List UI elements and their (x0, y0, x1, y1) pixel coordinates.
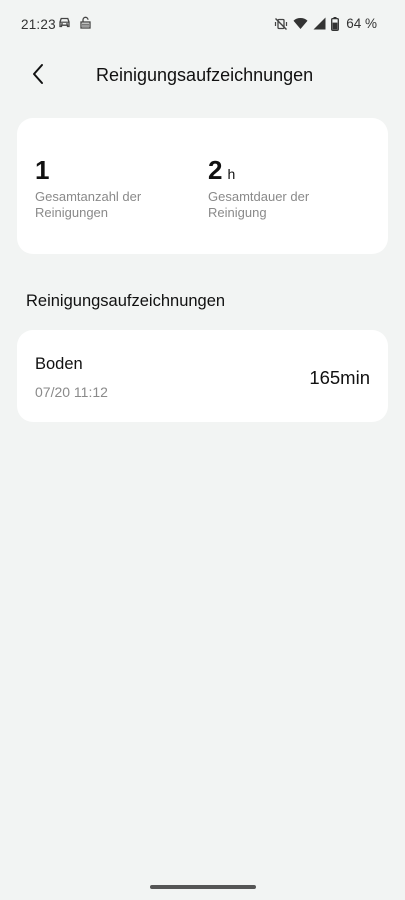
total-duration-label: Gesamtdauer der Reinigung (208, 189, 310, 220)
page-title: Reinigungsaufzeichnungen (96, 65, 314, 85)
total-count-value: 1 (35, 155, 50, 185)
status-right-icons: 64 % (274, 16, 377, 31)
battery-percent: 64 % (346, 16, 377, 31)
total-duration-value-row: 2 h (208, 155, 338, 185)
total-count-label: Gesamtanzahl der Reinigungen (35, 189, 142, 220)
total-duration-value: 2 (208, 155, 223, 185)
record-name: Boden (35, 355, 83, 373)
total-count-value-row: 1 (35, 155, 165, 185)
status-time: 21:23 (21, 17, 56, 32)
battery-icon (331, 16, 340, 31)
lock-open-icon (79, 16, 92, 29)
total-duration-unit: h (227, 166, 236, 182)
status-bar: 21:23 64 % (0, 0, 405, 50)
records-section-heading: Reinigungsaufzeichnungen (26, 292, 226, 310)
chevron-left-icon (31, 63, 45, 85)
car-icon (58, 16, 71, 29)
status-left-icons (58, 16, 92, 29)
total-count-stat: 1 Gesamtanzahl der Reinigungen (35, 155, 165, 221)
summary-card: 1 Gesamtanzahl der Reinigungen 2 h Gesam… (17, 118, 388, 254)
signal-icon (313, 17, 326, 30)
record-item[interactable]: Boden 07/20 11:12 165min (17, 330, 388, 422)
record-duration: 165min (309, 367, 370, 388)
total-duration-stat: 2 h Gesamtdauer der Reinigung (208, 155, 338, 221)
record-date: 07/20 11:12 (35, 384, 108, 400)
back-button[interactable] (22, 58, 54, 90)
home-indicator[interactable] (150, 885, 256, 889)
mute-vibrate-icon (274, 17, 288, 31)
wifi-icon (293, 17, 308, 30)
